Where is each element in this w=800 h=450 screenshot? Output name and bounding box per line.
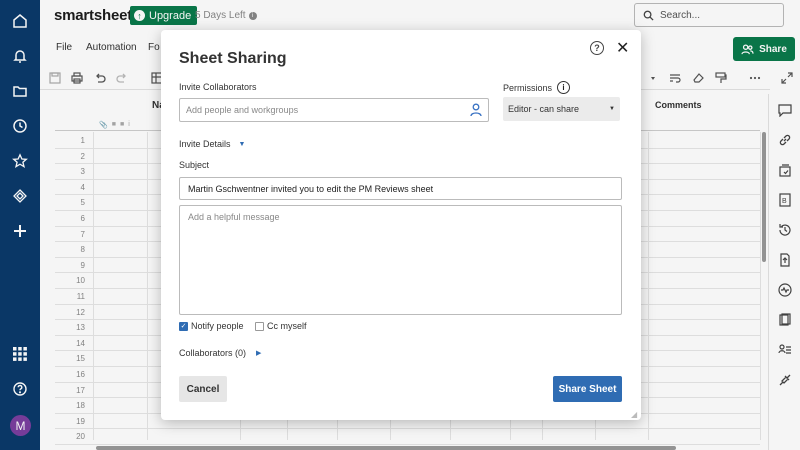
sheet-sharing-dialog: Sheet Sharing ? ✕ Invite Collaborators A…	[161, 30, 641, 420]
invite-details-label: Invite Details	[179, 139, 231, 149]
collaborators-label: Collaborators (0)	[179, 348, 247, 358]
checkbox-checked-icon[interactable]: ✓	[179, 321, 188, 331]
subject-label: Subject	[179, 160, 210, 170]
invite-collaborators-label: Invite Collaborators	[179, 82, 257, 92]
message-textarea[interactable]: Add a helpful message	[179, 205, 622, 315]
invite-details-toggle[interactable]: Invite Details ▼	[179, 139, 245, 149]
resize-grip-icon[interactable]: ◢	[631, 410, 637, 419]
collaborators-toggle[interactable]: Collaborators (0) ▶	[179, 348, 261, 358]
dialog-title: Sheet Sharing	[179, 50, 287, 67]
permission-value: Editor - can share	[508, 104, 580, 114]
checkbox-unchecked-icon[interactable]	[255, 321, 264, 331]
message-placeholder: Add a helpful message	[188, 212, 280, 222]
expand-caret-down-icon: ▼	[238, 140, 246, 148]
permissions-label: Permissions	[503, 83, 553, 93]
help-icon[interactable]: ?	[590, 41, 604, 55]
notify-label: Notify people	[191, 321, 244, 331]
permissions-info-icon[interactable]: i	[557, 81, 570, 94]
contact-picker-icon[interactable]	[470, 103, 482, 117]
share-sheet-button[interactable]: Share Sheet	[553, 376, 622, 402]
permissions-dropdown[interactable]: Editor - can share ▼	[503, 97, 620, 121]
close-icon[interactable]: ✕	[616, 38, 629, 58]
invite-placeholder: Add people and workgroups	[186, 105, 299, 115]
cc-label: Cc myself	[267, 321, 307, 331]
notify-people-checkbox[interactable]: ✓ Notify people	[179, 321, 244, 331]
cc-myself-checkbox[interactable]: Cc myself	[255, 321, 307, 331]
subject-value: Martin Gschwentner invited you to edit t…	[188, 183, 434, 194]
subject-field[interactable]: Martin Gschwentner invited you to edit t…	[179, 177, 622, 200]
expand-caret-right-icon: ▶	[256, 350, 262, 357]
chevron-down-icon: ▼	[609, 106, 615, 112]
cancel-button[interactable]: Cancel	[179, 376, 227, 402]
invite-collaborators-input[interactable]: Add people and workgroups	[179, 98, 489, 122]
